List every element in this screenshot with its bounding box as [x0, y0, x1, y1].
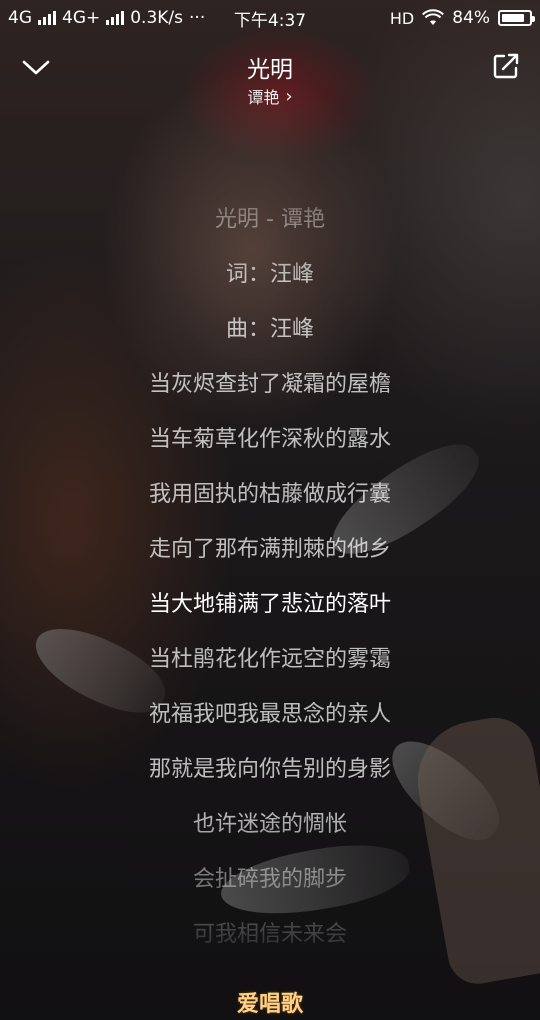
lyric-line-current: 当大地铺满了悲泣的落叶	[148, 592, 391, 617]
lyric-line: 当车菊草化作深秋的露水	[148, 427, 391, 452]
network-label-2: 4G+	[62, 8, 101, 28]
lyrics-panel[interactable]: 光明 - 谭艳 词：汪峰曲：汪峰当灰烬查封了凝霜的屋檐 当车菊草化作深秋的露水 我用固…	[0, 192, 540, 962]
artist-link[interactable]: 谭艳 ›	[0, 84, 540, 108]
battery-icon	[498, 10, 535, 26]
lyric-line: 会扯碎我的脚步	[192, 867, 347, 892]
status-bar: 4G 4G+ 0.3K/s ··· 下午4:37 HD 84%	[0, 0, 540, 36]
wifi-icon	[422, 9, 445, 25]
artist-name[interactable]: 谭艳	[247, 84, 279, 108]
lyric-line: 也许迷途的惆怅	[192, 812, 347, 837]
more-icon: ···	[189, 8, 206, 28]
lyric-line: 那就是我向你告别的身影	[148, 757, 391, 782]
player-header: 光明 谭艳 ›	[0, 40, 540, 110]
lyric-line: 我用固执的枯藤做成行囊	[148, 482, 391, 507]
signal-icon	[38, 11, 56, 25]
song-title: 光明	[247, 57, 293, 83]
lyric-line: 可我相信未来会	[192, 922, 347, 947]
lyric-line: 曲：汪峰	[225, 317, 314, 342]
chevron-right-icon: ›	[285, 85, 293, 107]
lyric-line: 当灰烬查封了凝霜的屋檐	[148, 372, 391, 397]
share-icon[interactable]	[484, 44, 528, 88]
lyric-line: 当杜鹃花化作远空的雾霭	[148, 647, 391, 672]
lyric-line: 祝福我吧我最思念的亲人	[148, 702, 391, 727]
lyric-line: 词：汪峰	[225, 262, 314, 287]
battery-percent: 84%	[452, 8, 490, 28]
lyric-line: 走向了那布满荆棘的他乡	[148, 537, 391, 562]
network-label: 4G	[8, 8, 32, 28]
lyric-line: 光明 - 谭艳	[215, 207, 325, 232]
network-speed: 0.3K/s	[130, 8, 184, 28]
clock: 下午4:37	[233, 10, 307, 31]
signal-icon	[106, 11, 125, 25]
hd-badge: HD	[389, 8, 415, 28]
watermark-logo: 爱唱歌	[236, 992, 303, 1017]
